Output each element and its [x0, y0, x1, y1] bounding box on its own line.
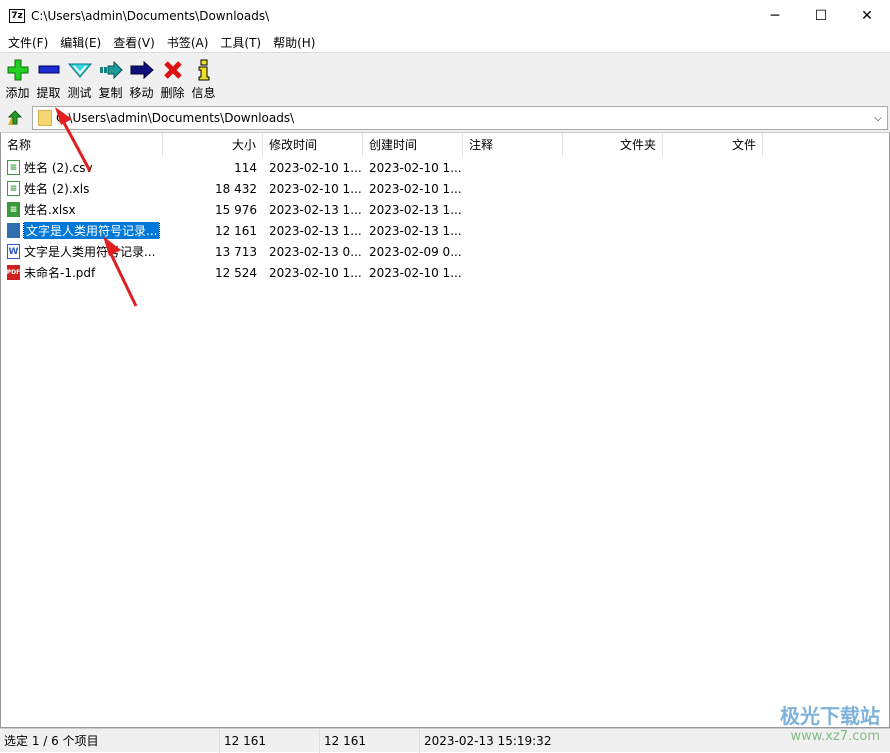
file-size: 15 976: [215, 202, 257, 217]
file-modified: 2023-02-10 1...: [269, 160, 362, 175]
file-row[interactable]: 文字是人类用符号记录... 12 161 2023-02-13 1... 202…: [1, 220, 463, 241]
status-bar: 选定 1 / 6 个项目 12 161 12 161 2023-02-13 15…: [0, 728, 890, 753]
file-created: 2023-02-10 1...: [369, 181, 462, 196]
file-name: 文字是人类用符号记录...: [22, 222, 161, 239]
column-created[interactable]: 创建时间: [363, 133, 463, 157]
copy-label: 复制: [98, 86, 123, 100]
close-button[interactable]: ✕: [844, 0, 890, 32]
add-label: 添加: [5, 86, 30, 100]
archive-file-icon: [7, 223, 20, 238]
file-modified: 2023-02-13 1...: [269, 202, 362, 217]
doc-file-icon: W: [7, 244, 20, 259]
file-size: 13 713: [215, 244, 257, 259]
file-name: 姓名.xlsx: [24, 203, 76, 217]
extract-icon: [38, 58, 60, 82]
file-name: 文字是人类用符号记录...: [24, 245, 156, 259]
file-modified: 2023-02-10 1...: [269, 181, 362, 196]
file-created: 2023-02-10 1...: [369, 160, 462, 175]
extract-label: 提取: [36, 86, 61, 100]
xlsx-file-icon: ≡: [7, 202, 20, 217]
window-title: C:\Users\admin\Documents\Downloads\: [31, 9, 270, 23]
move-label: 移动: [129, 86, 154, 100]
file-size: 12 524: [215, 265, 257, 280]
add-icon: [7, 58, 29, 82]
status-selection: 选定 1 / 6 个项目: [0, 728, 220, 753]
file-size: 18 432: [215, 181, 257, 196]
column-size[interactable]: 大小: [163, 133, 263, 157]
delete-label: 删除: [160, 86, 185, 100]
address-bar[interactable]: C:\Users\admin\Documents\Downloads\ ⌵: [32, 106, 888, 130]
address-value[interactable]: C:\Users\admin\Documents\Downloads\: [56, 111, 869, 125]
menu-bar: 文件(F) 编辑(E) 查看(V) 书签(A) 工具(T) 帮助(H): [0, 32, 890, 52]
menu-help[interactable]: 帮助(H): [268, 34, 322, 51]
menu-file[interactable]: 文件(F): [3, 34, 55, 51]
address-row: C:\Users\admin\Documents\Downloads\ ⌵: [0, 104, 890, 132]
file-size: 114: [234, 160, 257, 175]
move-button[interactable]: 移动: [126, 53, 157, 104]
info-label: 信息: [191, 86, 216, 100]
maximize-button[interactable]: ☐: [798, 0, 844, 32]
info-icon: [197, 58, 211, 82]
menu-bookmarks[interactable]: 书签(A): [162, 34, 216, 51]
column-files[interactable]: 文件: [663, 133, 763, 157]
chevron-down-icon[interactable]: ⌵: [869, 113, 887, 124]
column-comment[interactable]: 注释: [463, 133, 563, 157]
file-row[interactable]: ≡ 姓名 (2).xls 18 432 2023-02-10 1... 2023-…: [1, 178, 463, 199]
file-size: 12 161: [215, 223, 257, 238]
file-row[interactable]: ≡ 姓名.xlsx 15 976 2023-02-13 1... 2023-02-…: [1, 199, 463, 220]
file-name: 姓名 (2).xls: [24, 182, 90, 196]
move-icon: [130, 58, 154, 82]
title-bar: 7z C:\Users\admin\Documents\Downloads\ ─…: [0, 0, 890, 32]
add-button[interactable]: 添加: [2, 53, 33, 104]
minimize-button[interactable]: ─: [752, 0, 798, 32]
up-arrow-icon: [7, 110, 23, 125]
status-size: 12 161: [220, 728, 320, 753]
extract-button[interactable]: 提取: [33, 53, 64, 104]
column-name[interactable]: 名称: [1, 133, 163, 157]
column-folders[interactable]: 文件夹: [563, 133, 663, 157]
status-packed: 12 161: [320, 728, 420, 753]
menu-tools[interactable]: 工具(T): [215, 34, 268, 51]
column-modified[interactable]: 修改时间: [263, 133, 363, 157]
app-logo-icon: 7z: [9, 9, 25, 23]
file-modified: 2023-02-10 1...: [269, 265, 362, 280]
list-header: 名称 大小 修改时间 创建时间 注释 文件夹 文件: [1, 133, 889, 157]
file-created: 2023-02-10 1...: [369, 265, 462, 280]
toolbar: 添加 提取 测试 复制 移动 删除 信息: [0, 52, 890, 104]
file-modified: 2023-02-13 1...: [269, 223, 362, 238]
file-modified: 2023-02-13 0...: [269, 244, 362, 259]
file-name: 姓名 (2).csv: [24, 161, 93, 175]
file-list[interactable]: 名称 大小 修改时间 创建时间 注释 文件夹 文件 ≡ 姓名 (2).csv 11…: [0, 132, 890, 728]
file-row[interactable]: W 文字是人类用符号记录... 13 713 2023-02-13 0... 20…: [1, 241, 463, 262]
pdf-file-icon: PDF: [7, 265, 20, 280]
copy-icon: [99, 58, 123, 82]
test-button[interactable]: 测试: [64, 53, 95, 104]
file-created: 2023-02-09 0...: [369, 244, 462, 259]
file-created: 2023-02-13 1...: [369, 223, 462, 238]
test-icon: [67, 58, 92, 82]
test-label: 测试: [67, 86, 92, 100]
delete-button[interactable]: 删除: [157, 53, 188, 104]
csv-file-icon: ≡: [7, 160, 20, 175]
file-row[interactable]: PDF 未命名-1.pdf 12 524 2023-02-10 1... 2023…: [1, 262, 463, 283]
folder-icon: [38, 110, 52, 126]
file-name: 未命名-1.pdf: [24, 266, 96, 280]
menu-view[interactable]: 查看(V): [108, 34, 162, 51]
info-button[interactable]: 信息: [188, 53, 219, 104]
delete-icon: [163, 58, 183, 82]
file-created: 2023-02-13 1...: [369, 202, 462, 217]
file-row[interactable]: ≡ 姓名 (2).csv 114 2023-02-10 1... 2023-02-…: [1, 157, 463, 178]
status-date: 2023-02-13 15:19:32: [424, 733, 552, 748]
copy-button[interactable]: 复制: [95, 53, 126, 104]
up-folder-button[interactable]: [3, 106, 27, 130]
menu-edit[interactable]: 编辑(E): [55, 34, 108, 51]
xls-file-icon: ≡: [7, 181, 20, 196]
